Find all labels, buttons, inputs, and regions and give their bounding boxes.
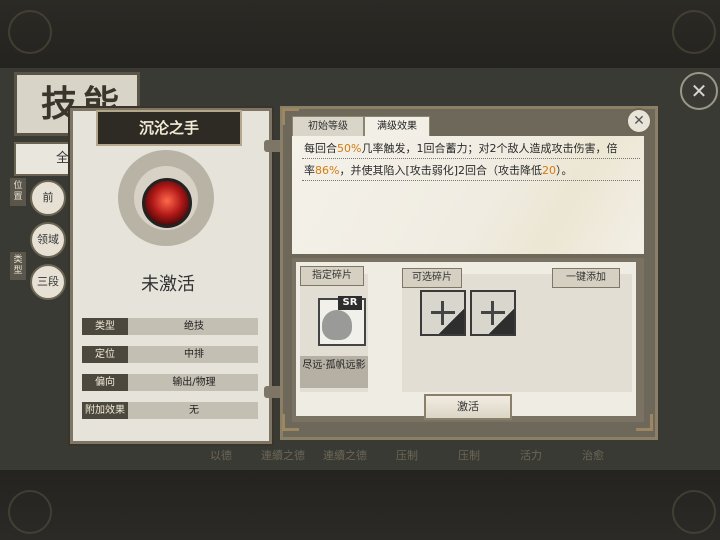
skill-hand-icon	[142, 178, 192, 228]
fragment-name: 尽远·孤帆远影	[300, 356, 368, 388]
activation-status: 未激活	[141, 274, 195, 295]
divider	[302, 180, 640, 181]
attr-value: 输出/物理	[172, 377, 216, 388]
desc-text: 几率触发，1回合蓄力；对2个敌人造成攻击伤害，倍	[361, 142, 618, 155]
desc-highlight: 50%	[337, 142, 362, 155]
attr-row-type: 类型 绝技	[82, 318, 258, 335]
rarity-badge: SR	[338, 296, 362, 310]
filter-front-button[interactable]: 前	[30, 180, 66, 216]
attr-key: 偏向	[82, 374, 128, 391]
attr-key: 定位	[82, 346, 128, 363]
skill-description: 每回合50%几率触发，1回合蓄力；对2个敌人造成攻击伤害，倍率86%，并使其陷入…	[304, 138, 640, 182]
skill-list-item[interactable]: 活力	[500, 442, 562, 470]
attr-row-extra-effect: 附加效果 无	[82, 402, 258, 419]
fragment-slot[interactable]	[420, 290, 466, 336]
filter-domain-button[interactable]: 领域	[30, 222, 66, 258]
skill-list-item[interactable]: 压制	[438, 442, 500, 470]
fragment-slot[interactable]	[470, 290, 516, 336]
attr-row-bias: 偏向 输出/物理	[82, 374, 258, 391]
tab-all[interactable]: 全	[14, 142, 78, 176]
attr-value: 绝技	[184, 321, 204, 332]
position-filter-label: 位置	[10, 178, 26, 206]
character-portrait-icon	[322, 310, 352, 340]
optional-fragment-label: 可选碎片	[402, 268, 462, 288]
attr-value: 中排	[184, 349, 204, 360]
close-screen-button[interactable]: ✕	[680, 72, 718, 110]
top-background	[0, 0, 720, 68]
ornament-icon	[672, 10, 716, 54]
type-filter-label: 类型	[10, 252, 26, 280]
plus-icon	[491, 301, 494, 325]
attr-key: 类型	[82, 318, 128, 335]
activate-button[interactable]: 激活	[424, 394, 512, 420]
desc-highlight: 86%	[315, 164, 340, 177]
skill-name: 沉沦之手	[96, 110, 242, 146]
auto-add-button[interactable]: 一键添加	[552, 268, 620, 288]
skill-list-item[interactable]: 治愈	[562, 442, 624, 470]
skill-list-strip: 以德 連續之德 連續之德 压制 压制 活力 治愈	[190, 442, 690, 470]
filter-three-stage-button[interactable]: 三段	[30, 264, 66, 300]
desc-highlight: 20	[542, 164, 557, 177]
desc-text: ，并使其陷入[攻击弱化]2回合（攻击降低	[339, 164, 543, 177]
desc-text: ）。	[556, 164, 573, 177]
tab-max-level-effect[interactable]: 满级效果	[364, 116, 430, 138]
tab-initial-level[interactable]: 初始等级	[292, 116, 364, 138]
skill-list-item[interactable]: 連續之德	[252, 442, 314, 470]
close-panel-button[interactable]: ✕	[626, 108, 652, 134]
bottom-background	[0, 470, 720, 540]
attr-row-position: 定位 中排	[82, 346, 258, 363]
skill-list-item[interactable]: 連續之德	[314, 442, 376, 470]
skill-list-item[interactable]: 压制	[376, 442, 438, 470]
desc-text: 率	[304, 164, 315, 177]
desc-text: 每回合	[304, 142, 337, 155]
attr-key: 附加效果	[82, 402, 128, 419]
divider	[302, 158, 640, 159]
ornament-icon	[672, 490, 716, 534]
attr-value: 无	[189, 405, 199, 416]
skill-list-item[interactable]: 以德	[190, 442, 252, 470]
ornament-icon	[8, 10, 52, 54]
assigned-fragment-label: 指定碎片	[300, 266, 364, 286]
plus-icon	[441, 301, 444, 325]
ornament-icon	[8, 490, 52, 534]
